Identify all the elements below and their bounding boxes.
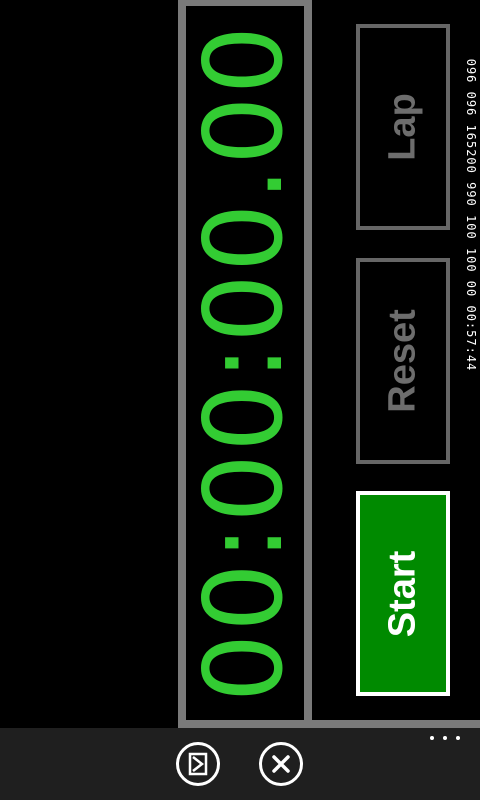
more-dot xyxy=(430,736,434,740)
more-dot xyxy=(456,736,460,740)
more-dot xyxy=(443,736,447,740)
close-icon xyxy=(272,755,290,773)
reset-button[interactable]: Reset xyxy=(356,258,450,464)
start-button[interactable]: Start xyxy=(356,491,450,696)
skin-button[interactable] xyxy=(176,742,220,786)
app-bar xyxy=(0,728,480,800)
exit-button[interactable] xyxy=(259,742,303,786)
time-readout: 00:00:00.00 xyxy=(182,23,307,703)
start-label: Start xyxy=(381,550,424,637)
reset-label: Reset xyxy=(381,309,424,413)
more-icon[interactable] xyxy=(430,736,460,748)
time-display: 00:00:00.00 xyxy=(182,6,307,720)
mark-icon xyxy=(188,752,208,776)
lap-button[interactable]: Lap xyxy=(356,24,450,230)
status-text: 096 096 165200 990 100 100 00 00:57:44 xyxy=(464,58,478,372)
status-readout: 096 096 165200 990 100 100 00 00:57:44 xyxy=(462,30,480,400)
frame-bottom xyxy=(178,720,480,728)
lap-label: Lap xyxy=(381,93,424,161)
